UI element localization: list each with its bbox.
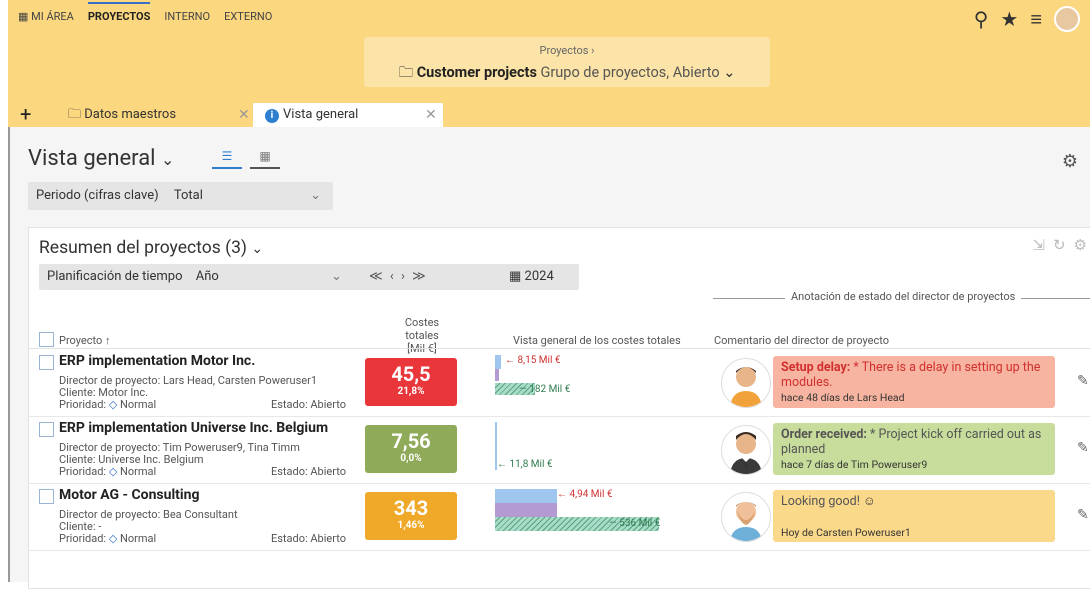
table-row[interactable]: ERP implementation Universe Inc. Belgium… [29,416,1090,484]
project-priority: Prioridad: ◇ Normal [59,398,157,411]
diamond-icon: ◇ [108,465,118,478]
edit-icon[interactable]: ✎ [1077,373,1089,389]
row-checkbox[interactable] [39,489,54,504]
breadcrumb-parent[interactable]: Proyectos › [364,44,770,57]
export-icon[interactable]: ⇲ [1032,236,1045,254]
top-bar: ▦ MI ÁREA PROYECTOS INTERNO EXTERNO ⚲ ★ … [8,0,1090,103]
main-content: Vista general ⌄ ☰ ▦ ⚙ Periodo (cifras cl… [10,127,1090,589]
project-group-subtitle: Grupo de proyectos, Abierto [540,64,720,81]
nav-external[interactable]: EXTERNO [224,10,272,23]
chevron-down-icon: ⌄ [723,64,736,81]
cost-label-actual: ← 4,94 Mil € [557,489,613,500]
row-checkbox[interactable] [39,355,54,370]
top-icons: ⚲ ★ ≡ [974,6,1080,32]
cost-bar-actual [495,503,557,517]
star-icon[interactable]: ★ [1000,7,1018,31]
avatar [721,425,771,475]
panel-actions: ⇲ ↻ ⚙ [1032,236,1087,254]
nav-projects[interactable]: PROYECTOS [87,2,151,23]
year-picker[interactable]: ▦ 2024 [509,264,554,290]
total-costs-kpi: 343 1,46% [365,492,457,540]
page-title[interactable]: Vista general ⌄ [28,146,174,171]
edit-icon[interactable]: ✎ [1077,440,1089,456]
arrow-up-icon: ↑ [104,334,111,347]
calendar-icon: ▦ [509,269,522,284]
tab-overview[interactable]: i Vista general ✕ [253,103,443,127]
project-priority: Prioridad: ◇ Normal [59,465,157,478]
project-state: Estado: Abierto [271,465,347,478]
panel-title[interactable]: Resumen del proyectos (3) ⌄ [39,238,263,258]
chevron-down-icon: ⌄ [160,150,175,169]
project-title[interactable]: Motor AG - Consulting [59,487,199,503]
nav-internal[interactable]: INTERNO [164,10,210,23]
smiley-icon: ☺ [863,494,876,509]
time-planning-select[interactable]: Año [196,269,219,284]
view-switcher: ☰ ▦ [212,149,280,169]
next-period-button[interactable]: › [401,269,412,284]
table-row[interactable]: Motor AG - Consulting Director de proyec… [29,483,1090,551]
close-icon[interactable]: ✕ [238,103,250,127]
breadcrumb: Proyectos › 🗀 Customer projects Grupo de… [364,37,770,87]
chevron-down-icon: ⌄ [310,188,321,203]
project-summary-panel: Resumen del proyectos (3) ⌄ ⇲ ↻ ⚙ Planif… [28,227,1090,589]
tab-master-data[interactable]: 🗀 Datos maestros ✕ [58,103,250,127]
user-avatar[interactable] [1054,6,1080,32]
project-title[interactable]: ERP implementation Universe Inc. Belgium [59,420,328,436]
menu-icon[interactable]: ≡ [1030,7,1042,32]
time-planning-toolbar: Planificación de tiempo Año ⌄ ≪ ‹ › ≫ ▦ … [39,264,579,290]
home-icon: ▦ [18,10,32,23]
annotation-group-header: Anotación de estado del director de proy… [713,290,1090,309]
last-period-button[interactable]: ≫ [412,269,428,284]
nav-my-area[interactable]: ▦ MI ÁREA [18,10,74,23]
settings-sliders-icon[interactable]: ⚙ [1074,236,1087,254]
cost-label-forecast: — 536 Mil € [609,518,661,529]
chevron-down-icon: ⌄ [251,241,264,257]
cost-label-actual: ← 11,8 Mil € [497,459,553,470]
table-row[interactable]: ERP implementation Motor Inc. Director d… [29,349,1090,417]
diamond-icon: ◇ [108,398,118,411]
settings-sliders-icon[interactable]: ⚙ [1062,151,1078,172]
refresh-icon[interactable]: ↻ [1053,236,1066,254]
project-state: Estado: Abierto [271,532,347,545]
row-checkbox[interactable] [39,422,54,437]
tree-view-icon[interactable]: ☰ [212,149,242,169]
avatar [721,358,771,408]
director-comment[interactable]: Order received: * Project kick off carri… [773,423,1055,475]
period-select[interactable]: Periodo (cifras clave) Total ⌄ [28,182,333,210]
col-cost-overview[interactable]: Vista general de los costes totales [513,334,681,347]
add-tab-button[interactable]: + [20,103,31,125]
select-all-checkbox[interactable] [39,332,54,347]
info-icon: i [265,109,279,123]
col-director-comment[interactable]: Comentario del director de proyecto [714,334,889,347]
main-nav: ▦ MI ÁREA PROYECTOS INTERNO EXTERNO [18,2,272,23]
total-costs-kpi: 45,5 21,8% [365,358,457,406]
cost-bar-plan [495,355,501,369]
project-group-title: Customer projects [416,64,537,81]
cost-label-forecast: — 182 Mil € [519,384,571,395]
grid-view-icon[interactable]: ▦ [250,149,280,169]
first-period-button[interactable]: ≪ [369,269,385,284]
director-comment[interactable]: Setup delay: * There is a delay in setti… [773,356,1055,408]
project-state: Estado: Abierto [271,398,347,411]
chevron-down-icon: ⌄ [331,269,342,284]
project-group-selector[interactable]: 🗀 Customer projects Grupo de proyectos, … [364,62,770,87]
search-icon[interactable]: ⚲ [974,7,989,31]
edit-icon[interactable]: ✎ [1077,507,1089,523]
cost-bar-plan [495,489,557,503]
project-title[interactable]: ERP implementation Motor Inc. [59,353,255,369]
diamond-icon: ◇ [108,532,118,545]
col-project[interactable]: Proyecto ↑ [59,334,110,347]
prev-period-button[interactable]: ‹ [390,269,401,284]
folder-icon: 🗀 [398,64,414,81]
tab-bar: + 🗀 Datos maestros ✕ i Vista general ✕ [8,103,1090,127]
folder-icon: 🗀 [68,107,82,122]
cost-bar-actual [495,369,499,381]
period-nav: ≪ ‹ › ≫ [369,264,428,290]
total-costs-kpi: 7,56 0,0% [365,425,457,473]
director-comment[interactable]: Looking good! ☺ Hoy de Carsten Poweruser… [773,490,1055,542]
close-icon[interactable]: ✕ [425,103,437,127]
cost-label-actual: ← 8,15 Mil € [505,355,561,366]
project-priority: Prioridad: ◇ Normal [59,532,157,545]
avatar [721,492,771,542]
